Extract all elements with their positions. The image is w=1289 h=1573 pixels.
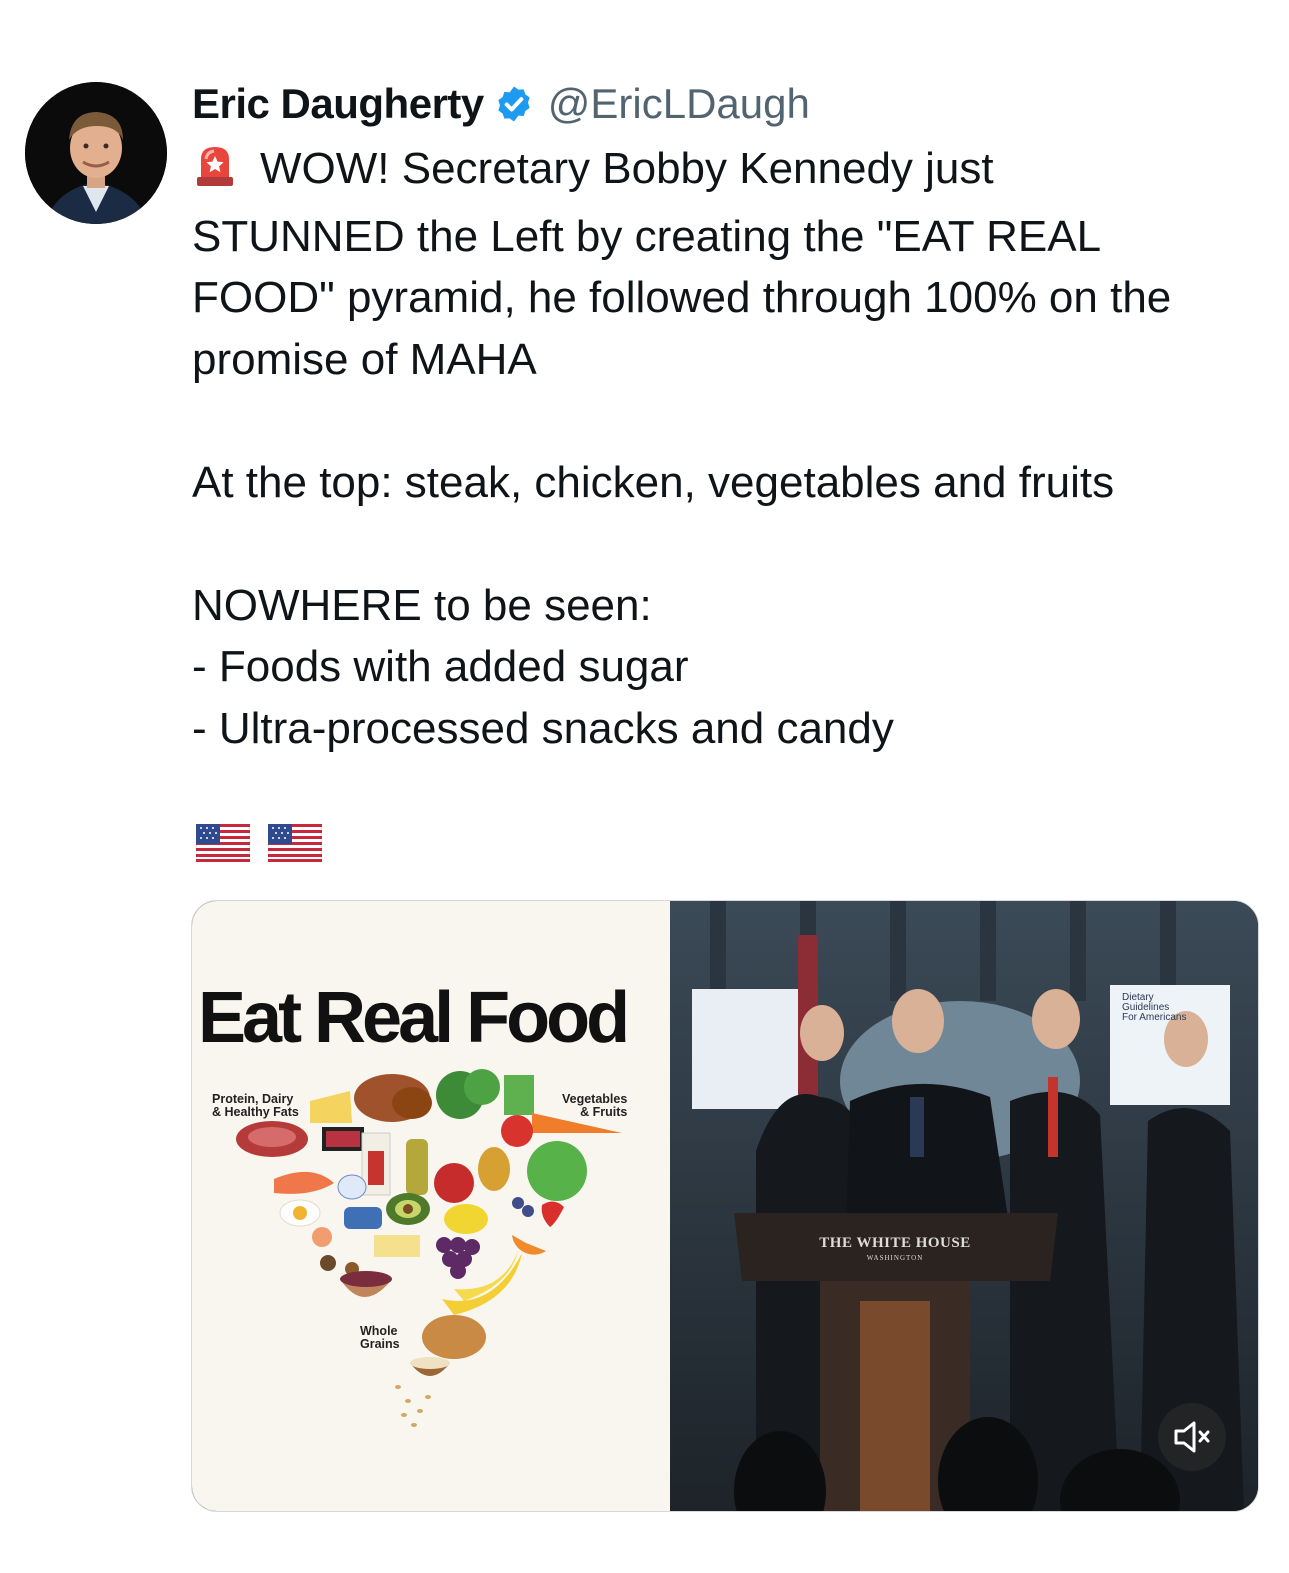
tweet-line-10: - Ultra-processed snacks and candy <box>192 703 894 753</box>
food-illustration <box>236 1069 622 1427</box>
podium-seal-text: THE WHITE HOUSE WASHINGTON <box>819 1235 971 1262</box>
tweet-line-text: WOW! Secretary Bobby Kennedy just <box>260 144 994 193</box>
tweet-body: WOW! Secretary Bobby Kennedy just STUNNE… <box>192 138 1272 759</box>
avatar[interactable] <box>25 82 167 224</box>
us-flag-emoji <box>196 824 250 862</box>
tweet-line-4: promise of MAHA <box>192 334 537 384</box>
tweet-header: Eric Daugherty @EricLDaugh <box>192 78 810 130</box>
verified-badge-icon[interactable] <box>494 84 534 124</box>
author-handle[interactable]: @EricLDaugh <box>548 80 810 128</box>
tweet-line-2: STUNNED the Left by creating the "EAT RE… <box>192 211 1102 261</box>
tweet-line-1: WOW! Secretary Bobby Kennedy just <box>192 138 1272 206</box>
rotating-light-emoji <box>192 143 238 206</box>
tweet-line-8: NOWHERE to be seen: <box>192 580 652 630</box>
tweet-line-3: FOOD" pyramid, he followed through 100% … <box>192 273 1172 322</box>
video-player[interactable]: THE WHITE HOUSE WASHINGTON Dietary Guide… <box>670 901 1258 1511</box>
avatar-photo <box>25 82 167 224</box>
us-flag-emoji <box>268 824 322 862</box>
food-pyramid-poster: Eat Real Food Protein, Dairy & Healthy F… <box>192 901 670 1511</box>
media-card[interactable]: Eat Real Food Protein, Dairy & Healthy F… <box>191 900 1259 1512</box>
mute-button[interactable] <box>1158 1403 1226 1471</box>
muted-speaker-icon <box>1174 1421 1210 1453</box>
screen-text: Dietary Guidelines For Americans <box>1122 992 1187 1023</box>
tweet-line-6: At the top: steak, chicken, vegetables a… <box>192 457 1115 507</box>
flag-emojis <box>196 824 322 862</box>
author-name[interactable]: Eric Daugherty <box>192 80 484 128</box>
tweet-line-9: - Foods with added sugar <box>192 642 689 691</box>
